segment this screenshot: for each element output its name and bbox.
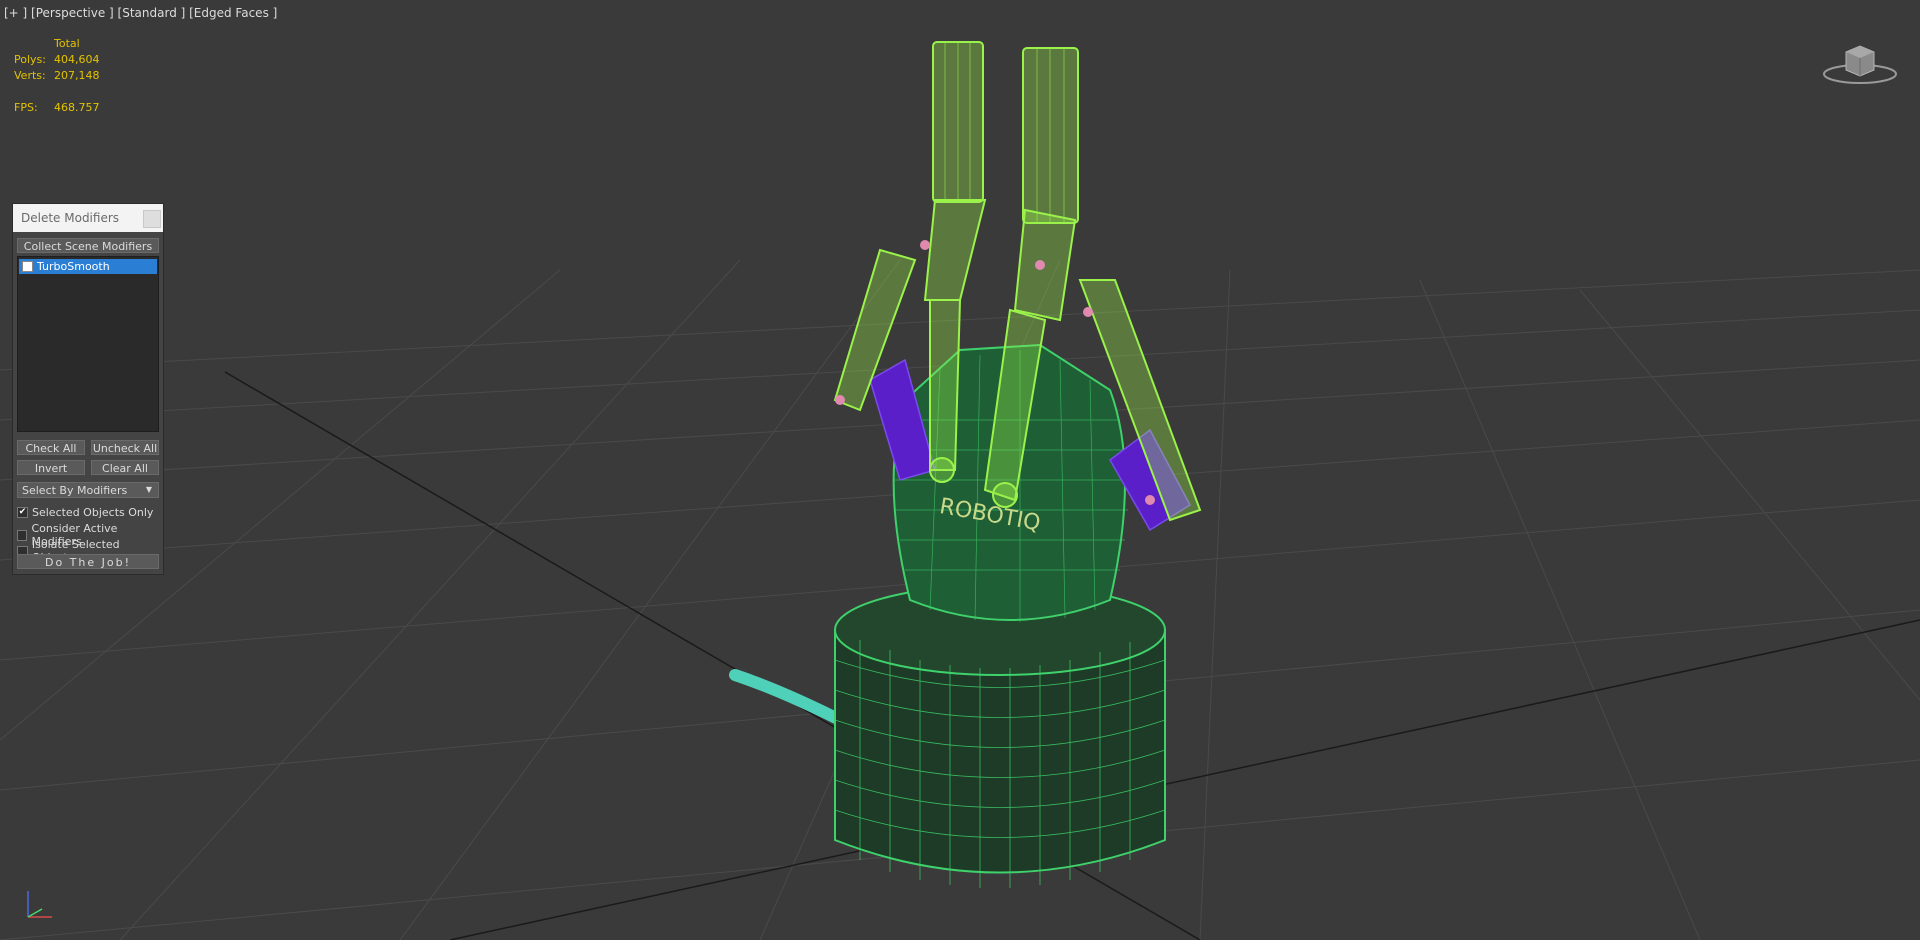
- fps-label: FPS:: [14, 101, 38, 114]
- polys-label: Polys:: [14, 53, 46, 66]
- stats-header: Total: [54, 37, 80, 50]
- dialog-title: Delete Modifiers: [21, 211, 120, 225]
- perspective-viewport[interactable]: ROBOTIQ [+] [Perspective] [Standard] …: [0, 0, 1920, 940]
- cable-mesh: [729, 669, 846, 726]
- selected-objects-only-option[interactable]: ✔ Selected Objects Only: [17, 506, 153, 519]
- list-item-checkbox[interactable]: [22, 261, 33, 272]
- viewport-label[interactable]: [+ ] [Perspective ] [Standard ] [Edged F…: [4, 6, 277, 20]
- viewcube-icon[interactable]: [1822, 36, 1898, 86]
- list-item[interactable]: TurboSmooth: [19, 259, 157, 274]
- close-button[interactable]: [143, 210, 161, 228]
- polys-value: 404,604: [54, 53, 100, 66]
- select-by-dropdown[interactable]: Select By Modifiers ▼: [17, 482, 159, 498]
- checkbox-checked-icon[interactable]: ✔: [17, 507, 28, 518]
- axis-tripod-icon: [27, 891, 52, 918]
- do-the-job-button[interactable]: Do The Job!: [17, 554, 159, 569]
- verts-value: 207,148: [54, 69, 100, 82]
- chevron-down-icon: ▼: [145, 485, 152, 494]
- option-label: Selected Objects Only: [32, 506, 154, 519]
- modifier-list[interactable]: TurboSmooth: [17, 256, 159, 432]
- check-all-button[interactable]: Check All: [17, 440, 85, 455]
- delete-modifiers-dialog: Delete Modifiers Collect Scene Modifiers…: [12, 203, 164, 575]
- clear-all-button[interactable]: Clear All: [91, 460, 159, 475]
- dialog-titlebar[interactable]: Delete Modifiers: [13, 204, 163, 232]
- invert-button[interactable]: Invert: [17, 460, 85, 475]
- list-item-label: TurboSmooth: [37, 260, 110, 273]
- verts-label: Verts:: [14, 69, 46, 82]
- viewport-scene: ROBOTIQ: [0, 41, 1920, 940]
- select-by-value: Select By Modifiers: [22, 483, 128, 497]
- collect-scene-modifiers-button[interactable]: Collect Scene Modifiers: [17, 238, 159, 253]
- fps-value: 468.757: [54, 101, 100, 114]
- viewport-stats: Total Polys: 404,604 Verts: 207,148 FPS:…: [14, 36, 134, 116]
- gripper-base-mesh: [834, 584, 1166, 888]
- uncheck-all-button[interactable]: Uncheck All: [91, 440, 159, 455]
